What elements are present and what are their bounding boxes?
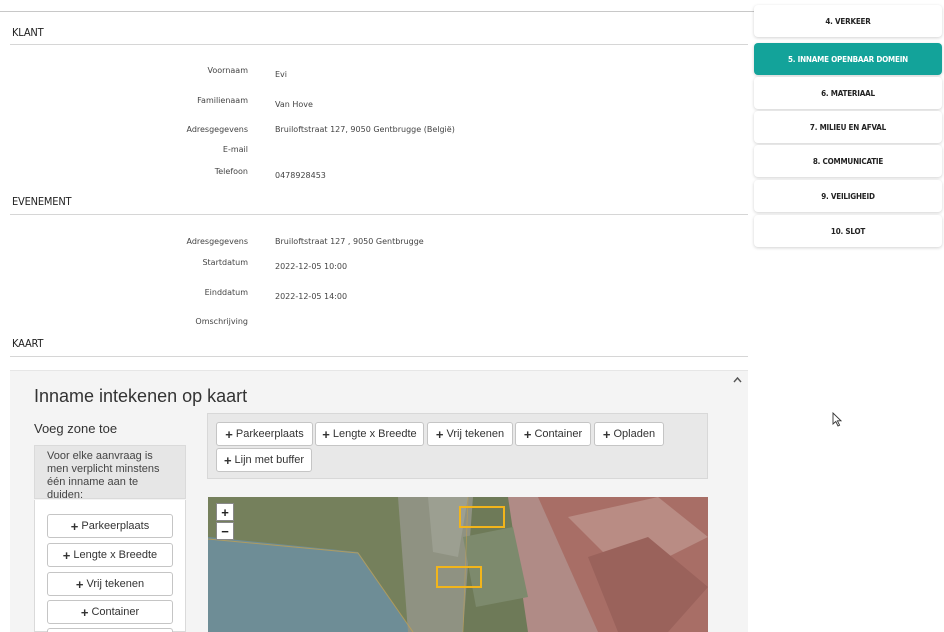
plus-icon: +	[523, 426, 532, 442]
button-label: Parkeerplaats	[81, 520, 150, 532]
button-label: Vrij tekenen	[86, 578, 145, 590]
zoom-out-button[interactable]: −	[216, 522, 234, 540]
plus-icon: +	[223, 452, 232, 468]
mouse-pointer-icon	[832, 411, 843, 427]
button-label: Container	[534, 428, 583, 440]
label-event-adresgegevens: Adresgegevens	[186, 237, 248, 246]
plus-icon: +	[75, 576, 84, 592]
add-opladen-button[interactable]	[47, 628, 173, 632]
label-email: E-mail	[222, 145, 248, 154]
section-divider	[10, 356, 748, 357]
value-telefoon: 0478928453	[275, 171, 326, 180]
sidebar-item-slot[interactable]: 10. SLOT	[754, 215, 942, 247]
button-label: Lengte x Breedte	[332, 428, 417, 440]
value-familienaam: Van Hove	[275, 100, 313, 109]
value-einddatum: 2022-12-05 14:00	[275, 292, 348, 301]
sidebar-item-milieu-en-afval[interactable]: 7. MILIEU EN AFVAL	[754, 111, 942, 143]
label-startdatum: Startdatum	[202, 258, 248, 267]
button-label: Container	[91, 606, 140, 618]
add-lengte-breedte-button[interactable]: + Lengte x Breedte	[47, 543, 173, 567]
toolbar-lijn-met-buffer-button[interactable]: + Lijn met buffer	[216, 448, 312, 472]
button-label: Lengte x Breedte	[73, 549, 158, 561]
add-parkeerplaats-button[interactable]: + Parkeerplaats	[47, 514, 173, 538]
value-adresgegevens: Bruiloftstraat 127, 9050 Gentbrugge (Bel…	[275, 125, 455, 134]
button-label: Lijn met buffer	[234, 454, 305, 466]
toolbar-opladen-button[interactable]: + Opladen	[594, 422, 664, 446]
label-voornaam: Voornaam	[207, 66, 248, 75]
plus-icon: +	[80, 604, 89, 620]
section-title-klant: KLANT	[12, 26, 44, 39]
add-container-button[interactable]: + Container	[47, 600, 173, 624]
sidebar-item-communicatie[interactable]: 8. COMMUNICATIE	[754, 145, 942, 177]
label-adresgegevens: Adresgegevens	[186, 125, 248, 134]
plus-icon: +	[225, 426, 233, 442]
label-omschrijving: Omschrijving	[195, 317, 248, 326]
section-title-kaart: KAART	[12, 337, 44, 350]
value-voornaam: Evi	[275, 70, 288, 79]
value-event-adresgegevens: Bruiloftstraat 127 , 9050 Gentbrugge	[275, 237, 424, 246]
button-label: Opladen	[613, 428, 656, 440]
section-divider	[10, 214, 748, 215]
toolbar-container-button[interactable]: + Container	[515, 422, 591, 446]
label-telefoon: Telefoon	[214, 167, 248, 176]
chevron-up-icon[interactable]	[733, 375, 742, 385]
label-einddatum: Einddatum	[204, 288, 248, 297]
label-familienaam: Familienaam	[197, 96, 248, 105]
toolbar-vrij-tekenen-button[interactable]: + Vrij tekenen	[427, 422, 513, 446]
kaart-panel-title: Inname intekenen op kaart	[34, 386, 248, 406]
zoom-in-button[interactable]: +	[216, 503, 234, 521]
info-box: Voor elke aanvraag is men verplicht mins…	[34, 445, 186, 501]
add-vrij-tekenen-button[interactable]: + Vrij tekenen	[47, 572, 173, 596]
button-label: Vrij tekenen	[446, 428, 505, 440]
sidebar-item-verkeer[interactable]: 4. VERKEER	[754, 5, 942, 37]
sidebar-item-inname-openbaar-domein[interactable]: 5. INNAME OPENBAAR DOMEIN	[754, 43, 942, 75]
button-label: Parkeerplaats	[235, 428, 304, 440]
voeg-zone-title: Voeg zone toe	[34, 421, 118, 436]
map-imagery	[208, 497, 708, 632]
value-startdatum: 2022-12-05 10:00	[275, 262, 348, 271]
toolbar-lengte-breedte-button[interactable]: + Lengte x Breedte	[315, 422, 424, 446]
section-divider	[10, 44, 748, 45]
plus-icon: +	[322, 426, 330, 442]
plus-icon: +	[602, 426, 611, 442]
sidebar-item-veiligheid[interactable]: 9. VEILIGHEID	[754, 180, 942, 212]
sidebar-item-materiaal[interactable]: 6. MATERIAAL	[754, 77, 942, 109]
plus-icon: +	[62, 547, 71, 563]
plus-icon: +	[435, 426, 444, 442]
section-title-evenement: EVENEMENT	[12, 195, 72, 208]
aerial-map[interactable]: + −	[208, 497, 708, 632]
plus-icon: +	[70, 518, 79, 534]
toolbar-parkeerplaats-button[interactable]: + Parkeerplaats	[216, 422, 313, 446]
